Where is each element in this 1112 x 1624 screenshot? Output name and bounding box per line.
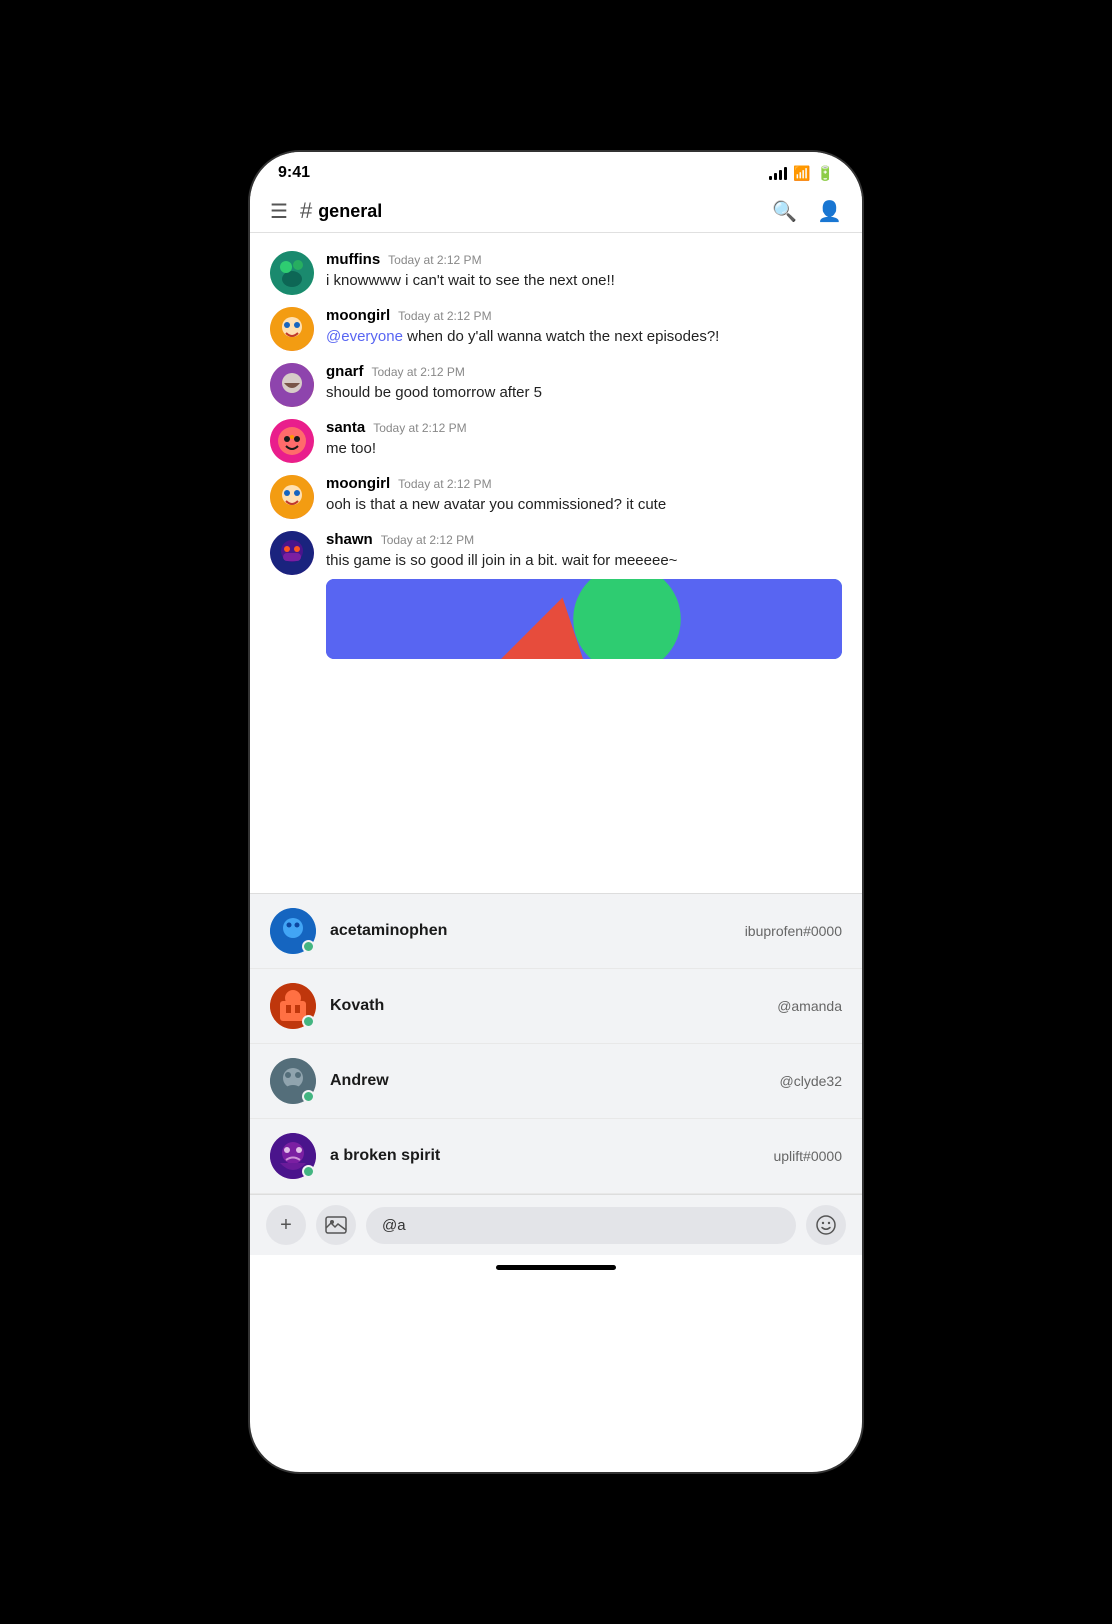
status-time: 9:41 bbox=[278, 164, 310, 182]
message-content: muffins Today at 2:12 PM i knowwww i can… bbox=[326, 251, 842, 291]
emoji-button[interactable] bbox=[806, 1205, 846, 1245]
user-name: a broken spirit bbox=[330, 1147, 759, 1165]
message-text: should be good tomorrow after 5 bbox=[326, 382, 842, 403]
message-time: Today at 2:12 PM bbox=[381, 533, 474, 547]
message-row: moongirl Today at 2:12 PM @everyone when… bbox=[250, 301, 862, 357]
message-text: this game is so good ill join in a bit. … bbox=[326, 550, 842, 571]
user-handle: uplift#0000 bbox=[773, 1148, 842, 1164]
message-time: Today at 2:12 PM bbox=[388, 253, 481, 267]
avatar bbox=[270, 531, 314, 575]
avatar bbox=[270, 307, 314, 351]
message-time: Today at 2:12 PM bbox=[398, 477, 491, 491]
message-username: muffins bbox=[326, 251, 380, 268]
online-indicator bbox=[302, 1165, 315, 1178]
image-icon bbox=[325, 1214, 347, 1236]
user-avatar-wrap bbox=[270, 908, 316, 954]
user-row[interactable]: Kovath @amanda New Username bbox=[250, 969, 862, 1044]
hash-icon: # bbox=[300, 198, 312, 224]
message-username: gnarf bbox=[326, 363, 364, 380]
user-row[interactable]: a broken spirit uplift#0000 Old Username bbox=[250, 1119, 862, 1194]
signal-icon bbox=[769, 166, 787, 180]
message-row: shawn Today at 2:12 PM this game is so g… bbox=[250, 525, 862, 665]
mention: @everyone bbox=[326, 328, 403, 345]
user-row[interactable]: acetaminophen ibuprofen#0000 bbox=[250, 894, 862, 969]
nav-actions: 🔍 👤 bbox=[772, 199, 842, 224]
profile-icon[interactable]: 👤 bbox=[817, 199, 842, 224]
channel-title: general bbox=[318, 201, 382, 222]
message-row: santa Today at 2:12 PM me too! bbox=[250, 413, 862, 469]
message-content: shawn Today at 2:12 PM this game is so g… bbox=[326, 531, 842, 659]
user-row[interactable]: Andrew @clyde32 bbox=[250, 1044, 862, 1119]
message-time: Today at 2:12 PM bbox=[372, 365, 465, 379]
message-content: moongirl Today at 2:12 PM @everyone when… bbox=[326, 307, 842, 347]
input-row: + @a bbox=[266, 1205, 846, 1245]
avatar bbox=[270, 363, 314, 407]
message-time: Today at 2:12 PM bbox=[398, 309, 491, 323]
message-username: moongirl bbox=[326, 475, 390, 492]
message-header: gnarf Today at 2:12 PM bbox=[326, 363, 842, 380]
plus-button[interactable]: + bbox=[266, 1205, 306, 1245]
user-handle: @amanda bbox=[777, 998, 842, 1014]
message-text: i knowwww i can't wait to see the next o… bbox=[326, 270, 842, 291]
message-text: me too! bbox=[326, 438, 842, 459]
avatar bbox=[270, 419, 314, 463]
message-row: gnarf Today at 2:12 PM should be good to… bbox=[250, 357, 862, 413]
online-indicator bbox=[302, 1015, 315, 1028]
message-username: moongirl bbox=[326, 307, 390, 324]
message-content: moongirl Today at 2:12 PM ooh is that a … bbox=[326, 475, 842, 515]
message-header: muffins Today at 2:12 PM bbox=[326, 251, 842, 268]
emoji-icon bbox=[815, 1214, 837, 1236]
user-handle: @clyde32 bbox=[780, 1073, 842, 1089]
message-time: Today at 2:12 PM bbox=[373, 421, 466, 435]
message-content: gnarf Today at 2:12 PM should be good to… bbox=[326, 363, 842, 403]
avatar bbox=[270, 251, 314, 295]
status-icons: 📶 🔋 bbox=[769, 165, 834, 182]
status-bar: 9:41 📶 🔋 bbox=[250, 152, 862, 190]
user-avatar-wrap bbox=[270, 1133, 316, 1179]
message-input[interactable]: @a bbox=[366, 1207, 796, 1244]
user-name: Andrew bbox=[330, 1072, 766, 1090]
message-header: moongirl Today at 2:12 PM bbox=[326, 475, 842, 492]
bottom-bar: + @a bbox=[250, 1194, 862, 1255]
channel-name-area: # general bbox=[300, 198, 760, 224]
message-header: shawn Today at 2:12 PM bbox=[326, 531, 842, 548]
user-name: acetaminophen bbox=[330, 922, 731, 940]
online-indicator bbox=[302, 940, 315, 953]
home-bar bbox=[496, 1265, 616, 1270]
image-embed bbox=[326, 579, 842, 659]
nav-bar: ☰ # general 🔍 👤 bbox=[250, 190, 862, 233]
image-button[interactable] bbox=[316, 1205, 356, 1245]
home-indicator bbox=[250, 1255, 862, 1276]
online-indicator bbox=[302, 1090, 315, 1103]
plus-icon: + bbox=[280, 1214, 292, 1237]
message-row: moongirl Today at 2:12 PM ooh is that a … bbox=[250, 469, 862, 525]
message-username: shawn bbox=[326, 531, 373, 548]
message-header: santa Today at 2:12 PM bbox=[326, 419, 842, 436]
wifi-icon: 📶 bbox=[793, 165, 810, 182]
user-avatar-wrap bbox=[270, 1058, 316, 1104]
menu-icon[interactable]: ☰ bbox=[270, 199, 288, 224]
messages-area: muffins Today at 2:12 PM i knowwww i can… bbox=[250, 233, 862, 893]
message-username: santa bbox=[326, 419, 365, 436]
user-list: acetaminophen ibuprofen#0000 Kovath @a bbox=[250, 893, 862, 1194]
user-avatar-wrap bbox=[270, 983, 316, 1029]
message-header: moongirl Today at 2:12 PM bbox=[326, 307, 842, 324]
search-icon[interactable]: 🔍 bbox=[772, 199, 797, 224]
message-row: muffins Today at 2:12 PM i knowwww i can… bbox=[250, 245, 862, 301]
message-content: santa Today at 2:12 PM me too! bbox=[326, 419, 842, 459]
message-text: @everyone when do y'all wanna watch the … bbox=[326, 326, 842, 347]
phone-frame: 9:41 📶 🔋 ☰ # general 🔍 👤 bbox=[250, 152, 862, 1472]
avatar bbox=[270, 475, 314, 519]
user-handle: ibuprofen#0000 bbox=[745, 923, 842, 939]
battery-icon: 🔋 bbox=[817, 165, 834, 182]
user-name: Kovath bbox=[330, 997, 763, 1015]
message-text: ooh is that a new avatar you commissione… bbox=[326, 494, 842, 515]
